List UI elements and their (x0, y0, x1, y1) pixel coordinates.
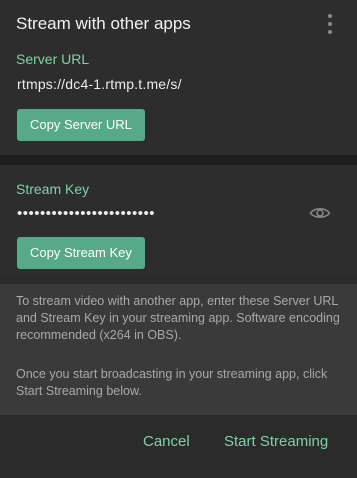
server-url-label: Server URL (16, 51, 90, 67)
copy-server-url-button[interactable]: Copy Server URL (17, 109, 145, 141)
info-text-instructions: To stream video with another app, enter … (16, 294, 340, 342)
kebab-menu-icon[interactable] (322, 14, 338, 34)
info-text-start: Once you start broadcasting in your stre… (16, 367, 328, 398)
cancel-button[interactable]: Cancel (143, 433, 190, 450)
server-url-value: rtmps://dc4-1.rtmp.t.me/s/ (17, 76, 182, 92)
stream-dialog: Stream with other apps Server URL rtmps:… (0, 0, 357, 478)
stream-key-value: •••••••••••••••••••••••• (17, 205, 156, 222)
eye-icon[interactable] (309, 205, 331, 221)
start-streaming-button[interactable]: Start Streaming (224, 433, 328, 450)
stream-key-label: Stream Key (16, 181, 90, 197)
section-divider (0, 155, 357, 165)
copy-stream-key-button[interactable]: Copy Stream Key (17, 237, 145, 269)
dialog-title: Stream with other apps (16, 14, 191, 33)
